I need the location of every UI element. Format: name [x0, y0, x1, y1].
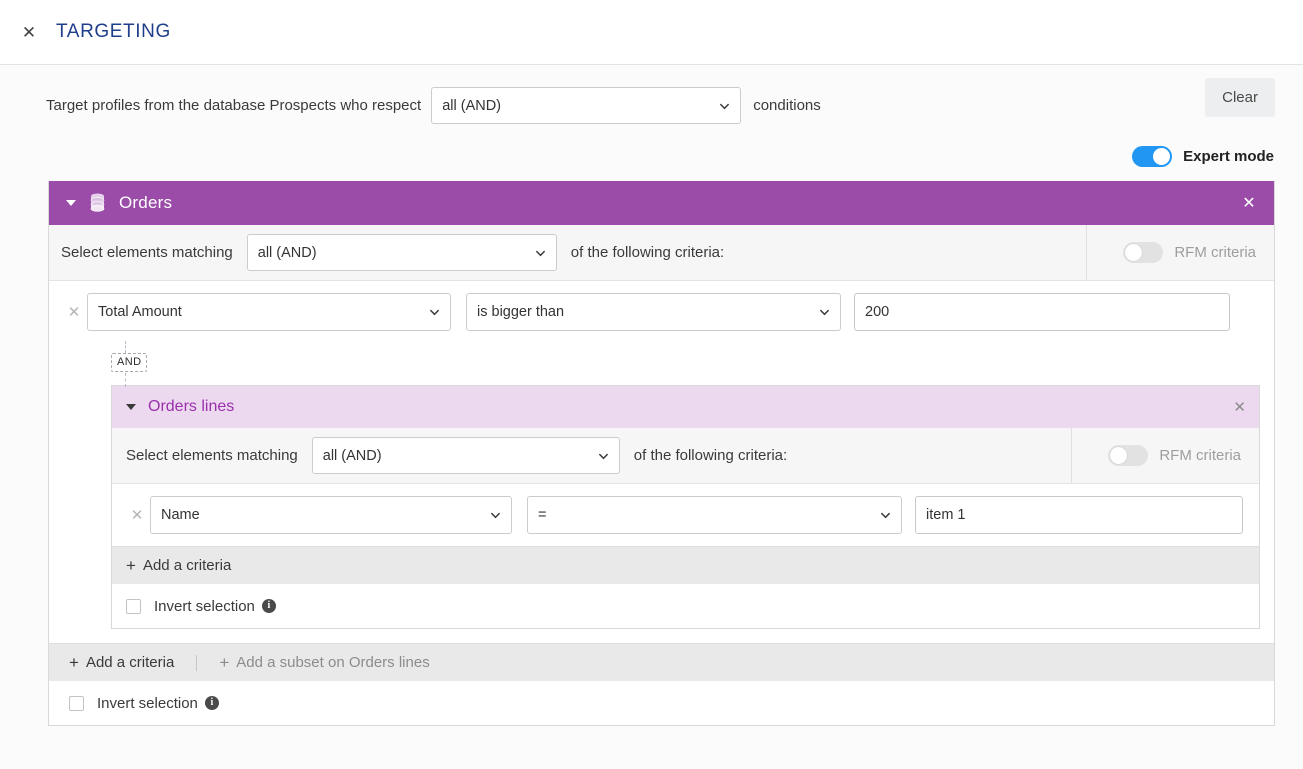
toggle-knob	[1153, 148, 1171, 165]
subset-add-bar: + Add a criteria	[112, 546, 1259, 584]
and-connector: AND	[49, 341, 1274, 387]
clear-button[interactable]: Clear	[1205, 78, 1275, 117]
orders-match-select-wrap: all (AND)	[246, 234, 557, 271]
criteria-field-select[interactable]: Total Amount	[87, 293, 451, 331]
collapse-triangle-icon[interactable]	[126, 404, 136, 410]
connector-line-top	[125, 341, 126, 353]
plus-icon: +	[69, 653, 79, 672]
orders-rfm-group: RFM criteria	[1086, 225, 1274, 280]
orders-match-label: Select elements matching	[61, 244, 233, 261]
subset-criteria-operator-select-wrap: =	[527, 496, 902, 534]
orders-add-bar: + Add a criteria + Add a subset on Order…	[49, 643, 1274, 681]
query-suffix-text: conditions	[753, 97, 821, 114]
table-row: ✕ Name =	[112, 484, 1259, 546]
rfm-criteria-toggle[interactable]	[1123, 242, 1164, 263]
rfm-criteria-label: RFM criteria	[1159, 447, 1241, 464]
add-criteria-label: Add a criteria	[85, 654, 175, 671]
connector-line-bottom	[125, 373, 126, 387]
orders-panel-header: Orders ✕	[49, 181, 1274, 225]
subset-add-criteria-button[interactable]: + Add a criteria	[126, 557, 231, 574]
collapse-triangle-icon[interactable]	[66, 200, 76, 206]
close-icon[interactable]: ✕	[1233, 398, 1246, 416]
expert-mode-label: Expert mode	[1183, 148, 1274, 165]
toggle-knob	[1110, 447, 1128, 464]
close-icon[interactable]: ✕	[1240, 193, 1258, 213]
orders-match-row: Select elements matching all (AND) of th…	[49, 225, 1274, 281]
orders-lines-match-select[interactable]: all (AND)	[311, 437, 620, 474]
and-badge[interactable]: AND	[111, 353, 148, 372]
add-criteria-button[interactable]: + Add a criteria	[69, 654, 174, 671]
orders-lines-subset: Orders lines ✕ Select elements matching …	[111, 385, 1260, 629]
criteria-operator-select-wrap: is bigger than	[466, 293, 841, 331]
orders-invert-row: Invert selection i	[49, 681, 1274, 725]
orders-lines-match-suffix: of the following criteria:	[633, 447, 788, 464]
orders-match-select[interactable]: all (AND)	[246, 234, 557, 271]
orders-lines-match-row: Select elements matching all (AND) of th…	[112, 428, 1259, 484]
orders-match-suffix: of the following criteria:	[570, 244, 725, 261]
subset-invert-row: Invert selection i	[112, 584, 1259, 628]
plus-icon: +	[126, 556, 136, 575]
info-icon[interactable]: i	[204, 696, 219, 710]
subset-criteria-value-input[interactable]	[915, 496, 1243, 534]
subset-criteria-operator-select[interactable]: =	[527, 496, 902, 534]
query-prefix-text: Target profiles from the database Prospe…	[46, 97, 422, 114]
database-icon	[89, 193, 106, 213]
info-icon[interactable]: i	[261, 599, 276, 613]
plus-icon: +	[219, 653, 230, 672]
remove-criteria-icon[interactable]: ✕	[124, 506, 150, 524]
rfm-criteria-label: RFM criteria	[1174, 244, 1256, 261]
orders-panel-title: Orders	[119, 193, 173, 212]
close-icon[interactable]: ✕	[14, 17, 44, 47]
query-operator-select-wrap: all (AND)	[431, 87, 742, 124]
invert-label: Invert selection	[97, 694, 198, 712]
table-row: ✕ Total Amount is bigger than	[49, 281, 1274, 343]
query-operator-select[interactable]: all (AND)	[431, 87, 742, 124]
criteria-field-select-wrap: Total Amount	[87, 293, 451, 331]
orders-lines-match-label: Select elements matching	[126, 447, 298, 464]
divider	[196, 654, 198, 671]
subset-criteria-field-select[interactable]: Name	[150, 496, 512, 534]
add-subset-label: Add a subset on Orders lines	[236, 654, 430, 671]
criteria-operator-select[interactable]: is bigger than	[466, 293, 841, 331]
window-header: ✕ TARGETING	[0, 0, 1303, 65]
orders-lines-rfm-group: RFM criteria	[1071, 428, 1259, 483]
page-title: TARGETING	[56, 21, 171, 42]
subset-invert-label: Invert selection	[154, 597, 255, 615]
orders-lines-title: Orders lines	[148, 398, 235, 415]
remove-criteria-icon[interactable]: ✕	[61, 303, 87, 321]
rfm-criteria-toggle[interactable]	[1108, 445, 1149, 466]
add-subset-button[interactable]: + Add a subset on Orders lines	[219, 654, 429, 671]
orders-lines-match-select-wrap: all (AND)	[311, 437, 620, 474]
toggle-knob	[1125, 244, 1143, 261]
criteria-value-input[interactable]	[854, 293, 1230, 331]
subset-criteria-field-select-wrap: Name	[150, 496, 512, 534]
expert-mode-row: Expert mode	[0, 146, 1303, 167]
orders-lines-header: Orders lines ✕	[112, 386, 1259, 428]
subset-invert-checkbox[interactable]	[126, 598, 141, 614]
invert-checkbox[interactable]	[69, 695, 84, 711]
query-bar: Target profiles from the database Prospe…	[0, 65, 1303, 124]
subset-add-criteria-label: Add a criteria	[142, 557, 232, 574]
expert-mode-toggle[interactable]	[1132, 146, 1173, 167]
orders-panel: Orders ✕ Select elements matching all (A…	[48, 181, 1275, 726]
